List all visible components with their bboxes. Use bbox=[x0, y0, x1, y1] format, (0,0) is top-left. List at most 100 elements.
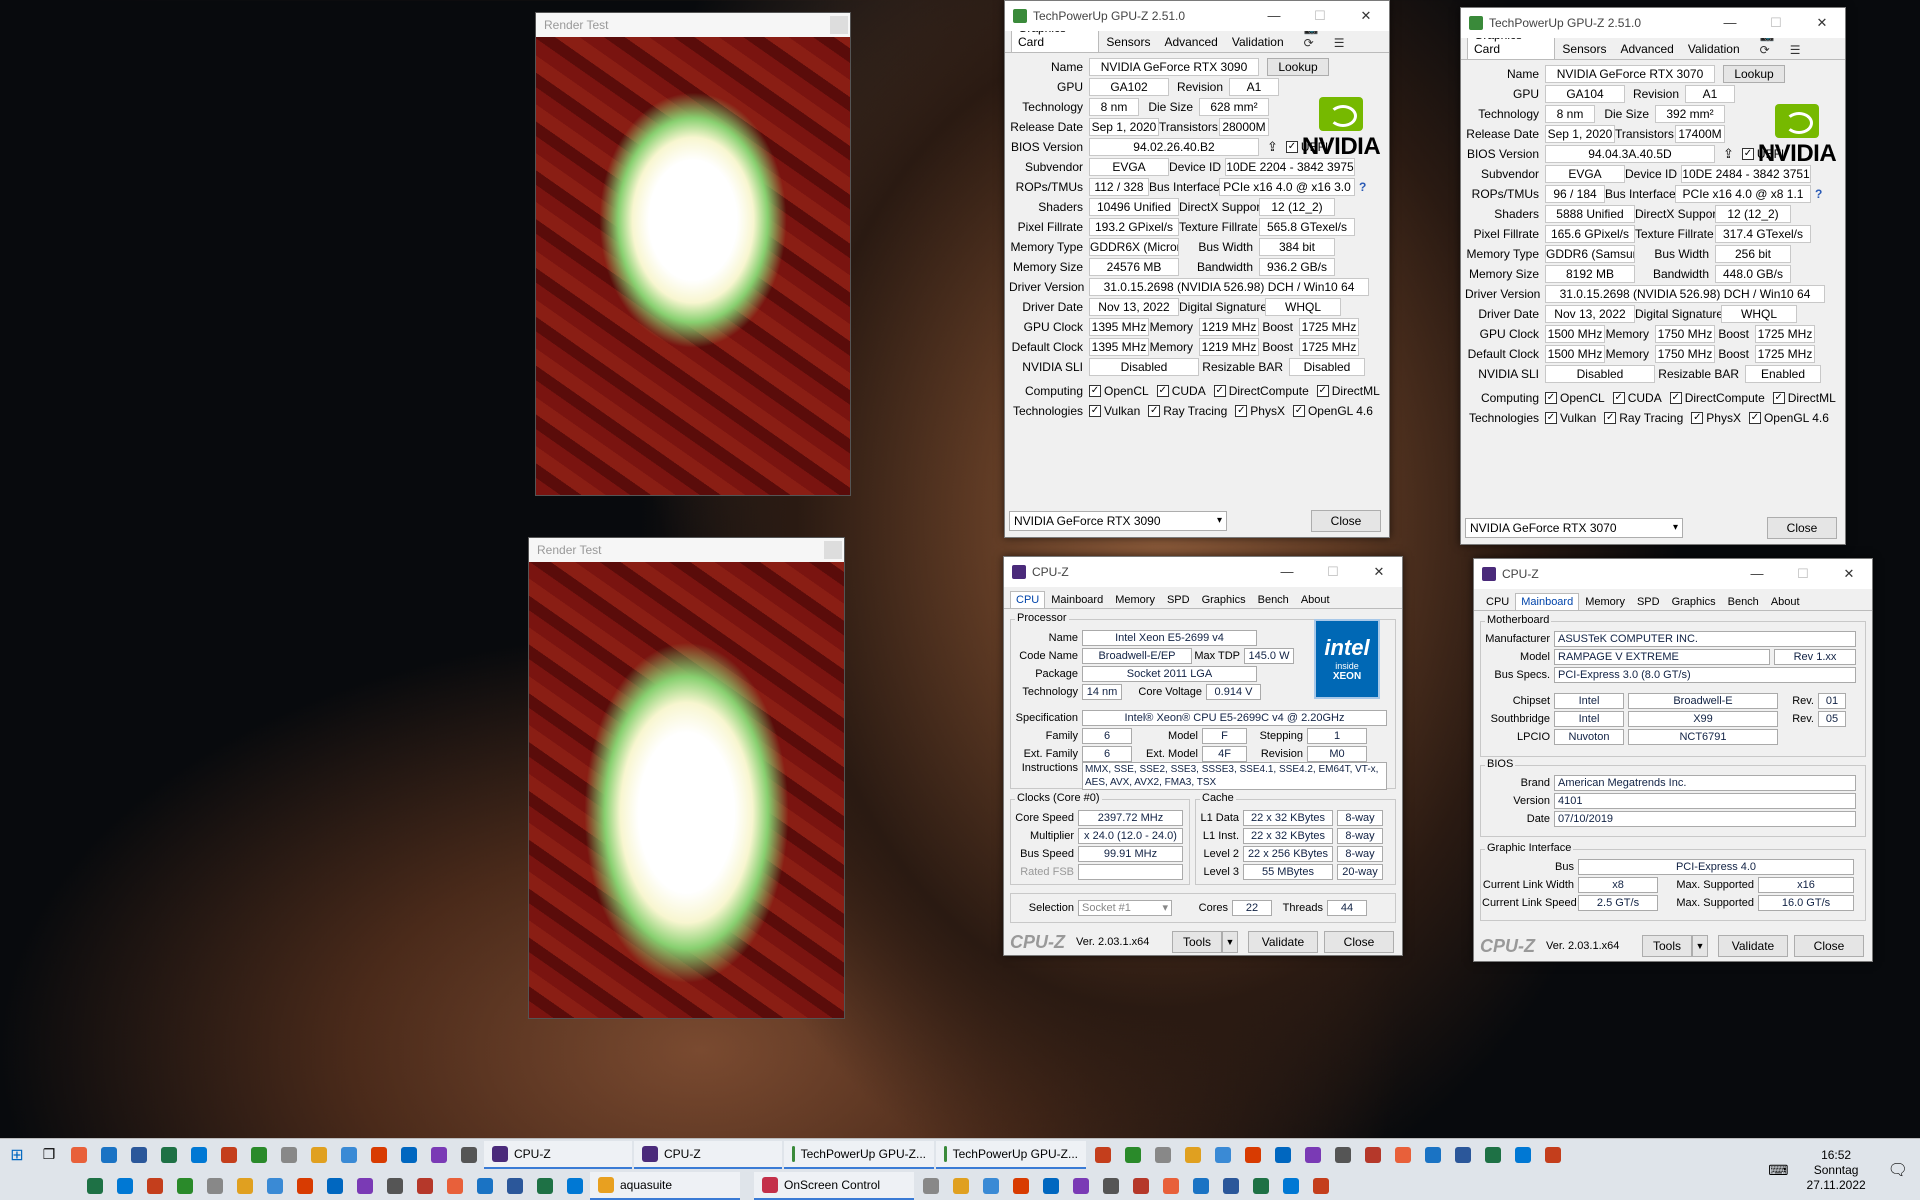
tab-cpu[interactable]: CPU bbox=[1010, 591, 1046, 608]
tab-graphics[interactable]: Graphics bbox=[1666, 593, 1722, 610]
tab-mainboard[interactable]: Mainboard bbox=[1045, 591, 1109, 608]
titlebar[interactable]: CPU-Z — ☐ ✕ bbox=[1004, 557, 1402, 587]
render-test-titlebar[interactable]: Render Test bbox=[536, 13, 850, 37]
computing-checkbox-directcompute[interactable]: ✓ DirectCompute bbox=[1213, 384, 1309, 398]
close-icon[interactable]: ✕ bbox=[1799, 8, 1845, 38]
share-icon[interactable]: ⇪ bbox=[1267, 139, 1278, 155]
tray-app-icon[interactable] bbox=[1275, 1146, 1291, 1163]
tools-button[interactable]: Tools bbox=[1642, 935, 1692, 957]
tray-app-icon[interactable] bbox=[1395, 1146, 1411, 1163]
cpuz-window-mainboard[interactable]: CPU-Z — ☐ ✕ CPU Mainboard Memory SPD Graphics B… bbox=[1473, 558, 1873, 962]
clock[interactable]: 16:52 Sonntag 27.11.2022 bbox=[1797, 1148, 1876, 1193]
taskbar-pinned-app-icon[interactable] bbox=[101, 1146, 117, 1163]
technologies-checkbox-physx[interactable]: ✓ PhysX bbox=[1235, 404, 1285, 418]
maximize-icon[interactable]: ☐ bbox=[1310, 557, 1356, 587]
minimize-icon[interactable]: — bbox=[1264, 557, 1310, 587]
tab-sensors[interactable]: Sensors bbox=[1099, 31, 1157, 52]
validate-button[interactable]: Validate bbox=[1248, 931, 1318, 953]
tab-validation[interactable]: Validation bbox=[1225, 31, 1291, 52]
taskbar-pinned-app-icon[interactable] bbox=[191, 1146, 207, 1163]
refresh-icon[interactable]: ⟳ bbox=[1753, 39, 1777, 60]
tab-memory[interactable]: Memory bbox=[1109, 591, 1161, 608]
render-test-window-2[interactable]: Render Test bbox=[528, 537, 845, 1019]
tray-app-icon[interactable] bbox=[1133, 1177, 1149, 1194]
tools-dropdown-icon[interactable]: ▼ bbox=[1222, 931, 1238, 953]
computing-checkbox-opencl[interactable]: ✓ OpenCL bbox=[1545, 391, 1605, 405]
taskbar-pinned-app-icon[interactable] bbox=[461, 1146, 477, 1163]
tray-app-icon[interactable] bbox=[1193, 1177, 1209, 1194]
computing-checkbox-directml[interactable]: ✓ DirectML bbox=[1772, 391, 1836, 405]
taskbar-app-cpuz[interactable]: CPU-Z bbox=[484, 1140, 632, 1169]
tray-app-icon[interactable] bbox=[1283, 1177, 1299, 1194]
titlebar[interactable]: CPU-Z — ☐ ✕ bbox=[1474, 559, 1872, 589]
menu-icon[interactable]: ☰ bbox=[1783, 39, 1808, 60]
taskbar-pinned-app-icon[interactable] bbox=[327, 1177, 343, 1194]
render-test-window-1[interactable]: Render Test bbox=[535, 12, 851, 496]
close-icon[interactable]: ✕ bbox=[1343, 1, 1389, 31]
taskbar-pinned-app-icon[interactable] bbox=[507, 1177, 523, 1194]
tab-validation[interactable]: Validation bbox=[1681, 38, 1747, 59]
titlebar[interactable]: TechPowerUp GPU-Z 2.51.0 — ☐ ✕ bbox=[1461, 8, 1845, 38]
tab-about[interactable]: About bbox=[1295, 591, 1336, 608]
taskbar-pinned-app-icon[interactable] bbox=[401, 1146, 417, 1163]
notification-icon[interactable]: 🗨 bbox=[1888, 1160, 1908, 1180]
taskbar-app-gpuz[interactable]: TechPowerUp GPU-Z... bbox=[784, 1140, 934, 1169]
tray-app-icon[interactable] bbox=[1163, 1177, 1179, 1194]
maximize-icon[interactable]: ☐ bbox=[1753, 8, 1799, 38]
taskbar-pinned-app-icon[interactable] bbox=[371, 1146, 387, 1163]
refresh-icon[interactable]: ⟳ bbox=[1297, 32, 1321, 53]
technologies-checkbox-physx[interactable]: ✓ PhysX bbox=[1691, 411, 1741, 425]
titlebar[interactable]: TechPowerUp GPU-Z 2.51.0 — ☐ ✕ bbox=[1005, 1, 1389, 31]
tray-app-icon[interactable] bbox=[1185, 1146, 1201, 1163]
tray-app-icon[interactable] bbox=[1515, 1146, 1531, 1163]
start-button-icon[interactable]: ⊞ bbox=[0, 1145, 34, 1165]
close-button[interactable]: Close bbox=[1311, 510, 1381, 532]
tab-mainboard[interactable]: Mainboard bbox=[1515, 593, 1580, 610]
tab-cpu[interactable]: CPU bbox=[1480, 593, 1515, 610]
taskbar-pinned-app-icon[interactable] bbox=[251, 1146, 267, 1163]
keyboard-icon[interactable]: ⌨ bbox=[1768, 1162, 1788, 1179]
taskbar-pinned-app-icon[interactable] bbox=[117, 1177, 133, 1194]
tab-spd[interactable]: SPD bbox=[1161, 591, 1196, 608]
computing-checkbox-directml[interactable]: ✓ DirectML bbox=[1316, 384, 1380, 398]
gpuz-window-rtx3070[interactable]: TechPowerUp GPU-Z 2.51.0 —☐✕Graphics Card… bbox=[1460, 7, 1846, 545]
taskbar-app-onscreen-control[interactable]: OnScreen Control bbox=[754, 1171, 914, 1200]
tab-about[interactable]: About bbox=[1765, 593, 1806, 610]
taskbar-app-gpuz[interactable]: TechPowerUp GPU-Z... bbox=[936, 1140, 1086, 1169]
tray-app-icon[interactable] bbox=[1485, 1146, 1501, 1163]
tray-app-icon[interactable] bbox=[1545, 1146, 1561, 1163]
taskbar-pinned-app-icon[interactable] bbox=[417, 1177, 433, 1194]
validate-button[interactable]: Validate bbox=[1718, 935, 1788, 957]
close-icon[interactable]: ✕ bbox=[1356, 557, 1402, 587]
tray-app-icon[interactable] bbox=[1335, 1146, 1351, 1163]
computing-checkbox-cuda[interactable]: ✓ CUDA bbox=[1612, 391, 1662, 405]
tab-bench[interactable]: Bench bbox=[1252, 591, 1295, 608]
taskbar-pinned-app-icon[interactable] bbox=[477, 1177, 493, 1194]
tab-sensors[interactable]: Sensors bbox=[1555, 38, 1613, 59]
taskbar-pinned-app-icon[interactable] bbox=[207, 1177, 223, 1194]
tray-app-icon[interactable] bbox=[923, 1177, 939, 1194]
tab-memory[interactable]: Memory bbox=[1579, 593, 1631, 610]
taskbar-pinned-app-icon[interactable] bbox=[267, 1177, 283, 1194]
maximize-icon[interactable]: ☐ bbox=[1780, 559, 1826, 589]
tray-app-icon[interactable] bbox=[1125, 1146, 1141, 1163]
taskbar-pinned-app-icon[interactable] bbox=[431, 1146, 447, 1163]
minimize-icon[interactable]: — bbox=[1734, 559, 1780, 589]
tools-dropdown-icon[interactable]: ▼ bbox=[1692, 935, 1708, 957]
technologies-checkbox-ray-tracing[interactable]: ✓ Ray Tracing bbox=[1148, 404, 1227, 418]
help-icon[interactable]: ? bbox=[1359, 180, 1366, 194]
taskbar-pinned-app-icon[interactable] bbox=[237, 1177, 253, 1194]
computing-checkbox-opencl[interactable]: ✓ OpenCL bbox=[1089, 384, 1149, 398]
computing-checkbox-directcompute[interactable]: ✓ DirectCompute bbox=[1669, 391, 1765, 405]
tray-app-icon[interactable] bbox=[1043, 1177, 1059, 1194]
taskbar-pinned-app-icon[interactable] bbox=[311, 1146, 327, 1163]
share-icon[interactable]: ⇪ bbox=[1723, 146, 1734, 162]
taskbar-app-cpuz[interactable]: CPU-Z bbox=[634, 1140, 782, 1169]
minimize-icon[interactable]: — bbox=[1707, 8, 1753, 38]
technologies-checkbox-vulkan[interactable]: ✓ Vulkan bbox=[1089, 404, 1140, 418]
task-view-icon[interactable]: ❐ bbox=[34, 1146, 64, 1163]
close-button[interactable]: Close bbox=[1767, 517, 1837, 539]
tray-app-icon[interactable] bbox=[1305, 1146, 1321, 1163]
help-icon[interactable]: ? bbox=[1815, 187, 1822, 201]
close-button[interactable]: Close bbox=[1794, 935, 1864, 957]
